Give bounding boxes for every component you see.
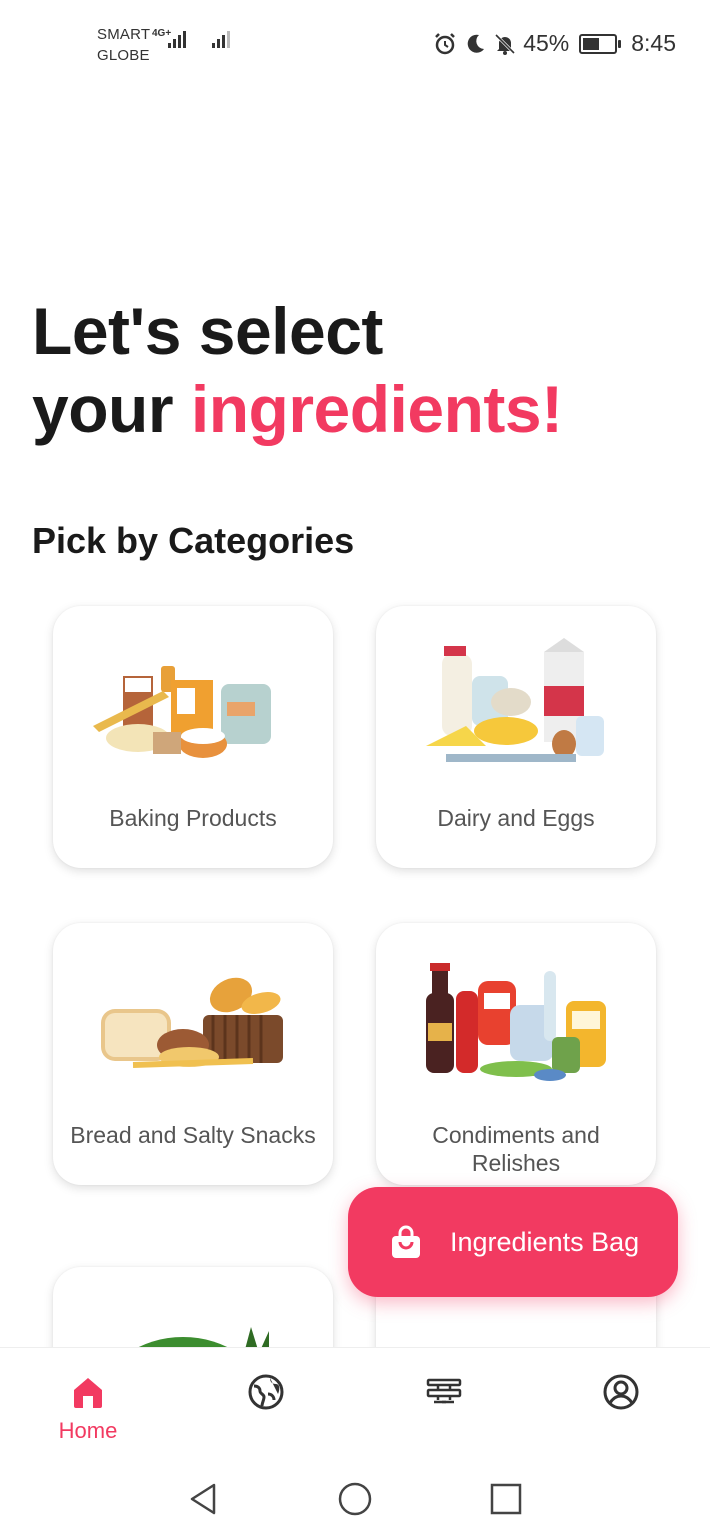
home-icon: [74, 1378, 102, 1408]
page-title-prefix: your: [32, 372, 191, 446]
recents-square-icon[interactable]: [488, 1481, 524, 1517]
category-label: Bread and Salty Snacks: [70, 1122, 316, 1148]
globe-icon: [248, 1374, 284, 1410]
bread-snacks-illustration: [101, 977, 283, 1068]
category-card-condiments[interactable]: Condiments and Relishes: [376, 923, 656, 1185]
category-card-dairy[interactable]: Dairy and Eggs: [376, 606, 656, 868]
recipe-board-icon: [426, 1378, 462, 1404]
category-card-bread[interactable]: Bread and Salty Snacks: [53, 923, 333, 1185]
moon-icon: [467, 34, 485, 53]
carrier-name: SMART GLOBE: [97, 24, 150, 66]
category-label: Condiments and Relishes: [432, 1122, 600, 1176]
page-title-accent: ingredients!: [190, 372, 563, 446]
baking-products-illustration: [93, 666, 271, 758]
ingredients-bag-label: Ingredients Bag: [450, 1226, 640, 1257]
app-screen: SMART GLOBE 4G+ 45% 8:45 Let's select yo…: [0, 0, 710, 1539]
bottom-navigation: Home: [0, 1347, 710, 1457]
shopping-bag-icon: [392, 1225, 420, 1258]
home-circle-icon[interactable]: [337, 1481, 373, 1517]
nav-home[interactable]: Home: [48, 1372, 128, 1444]
section-title: Pick by Categories: [32, 520, 355, 561]
category-label: Baking Products: [109, 805, 277, 831]
signal-strength-icon-secondary: [212, 31, 230, 48]
nav-profile[interactable]: [581, 1372, 661, 1412]
category-card-baking[interactable]: Baking Products: [53, 606, 333, 868]
condiments-illustration: [426, 963, 606, 1081]
clock: 8:45: [631, 30, 676, 56]
status-icons: 45% 8:45: [433, 30, 676, 57]
ingredients-bag-button[interactable]: Ingredients Bag: [348, 1187, 678, 1297]
nav-explore[interactable]: [226, 1372, 306, 1412]
page-title-line2: your ingredients!: [32, 370, 563, 448]
page-title: Let's select your ingredients!: [32, 292, 563, 448]
battery-percent: 45%: [523, 30, 570, 56]
carrier-line1: SMART: [97, 26, 151, 43]
back-icon[interactable]: [186, 1481, 222, 1517]
category-label: Dairy and Eggs: [437, 805, 595, 831]
dairy-eggs-illustration: [426, 638, 604, 762]
bell-off-icon: [495, 33, 516, 55]
profile-icon: [603, 1374, 639, 1410]
carrier-line2: GLOBE: [97, 47, 150, 64]
signal-strength-icon: [168, 31, 186, 48]
status-bar: SMART GLOBE 4G+ 45% 8:45: [0, 0, 710, 84]
page-title-line1: Let's select: [32, 294, 383, 368]
alarm-icon: [435, 32, 456, 54]
system-navigation-bar: [0, 1457, 710, 1539]
battery-icon: [579, 33, 622, 54]
nav-recipes[interactable]: [404, 1372, 484, 1412]
nav-home-label: Home: [58, 1418, 118, 1443]
